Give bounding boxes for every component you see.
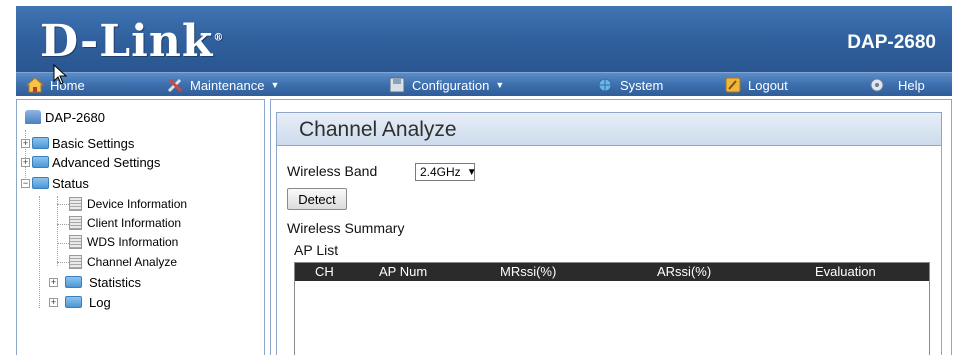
folder-icon bbox=[65, 276, 82, 288]
content-panel: Channel Analyze Wireless Band 2.4GHz ▼ D… bbox=[270, 99, 952, 355]
dlink-logo: D-Link® bbox=[40, 16, 225, 67]
ap-list-label: AP List bbox=[294, 242, 339, 258]
tree-item-label: Device Information bbox=[87, 197, 188, 211]
column-header-evaluation: Evaluation bbox=[815, 264, 876, 279]
menu-configuration[interactable]: Configuration ▼ bbox=[388, 73, 504, 97]
chevron-down-icon: ▼ bbox=[495, 80, 505, 90]
menu-bar: Home Maintenance ▼ Configuration ▼ Syste… bbox=[16, 72, 952, 96]
tree-item-device-information[interactable]: Device Information bbox=[69, 195, 187, 213]
home-icon bbox=[26, 77, 44, 93]
tree-item-log[interactable]: + Log bbox=[49, 293, 111, 311]
wireless-band-value: 2.4GHz bbox=[420, 165, 461, 179]
tree-guide-line bbox=[39, 196, 40, 308]
expand-icon[interactable]: + bbox=[21, 138, 30, 148]
menu-system[interactable]: System bbox=[596, 73, 663, 97]
document-icon bbox=[69, 197, 82, 211]
navigation-tree: DAP-2680 + Basic Settings + Advanced Set… bbox=[16, 99, 265, 355]
page-title: Channel Analyze bbox=[299, 118, 457, 141]
document-icon bbox=[69, 255, 82, 269]
tools-icon bbox=[167, 78, 183, 93]
menu-configuration-label: Configuration bbox=[412, 77, 490, 93]
tree-item-basic-settings[interactable]: + Basic Settings bbox=[21, 134, 134, 152]
column-header-arssi: ARssi(%) bbox=[657, 264, 712, 279]
model-name: DAP-2680 bbox=[847, 32, 936, 53]
menu-maintenance[interactable]: Maintenance ▼ bbox=[166, 73, 279, 97]
wireless-band-label: Wireless Band bbox=[287, 163, 378, 179]
tree-item-label: Channel Analyze bbox=[87, 255, 178, 269]
column-header-ap-num: AP Num bbox=[379, 264, 428, 279]
tree-item-client-information[interactable]: Client Information bbox=[69, 214, 181, 232]
tree-guide-line bbox=[57, 262, 69, 263]
tree-item-label: Statistics bbox=[89, 274, 142, 290]
wireless-band-select[interactable]: 2.4GHz ▼ bbox=[415, 163, 477, 181]
tree-item-wds-information[interactable]: WDS Information bbox=[69, 233, 178, 251]
tree-item-status[interactable]: − Status bbox=[21, 174, 89, 192]
tree-guide-line bbox=[57, 204, 69, 205]
logout-icon bbox=[725, 77, 741, 93]
expand-icon[interactable]: + bbox=[49, 297, 58, 307]
folder-icon bbox=[65, 296, 82, 308]
tree-item-label: Advanced Settings bbox=[52, 154, 161, 170]
access-point-icon bbox=[25, 110, 41, 124]
column-header-mrssi: MRssi(%) bbox=[500, 264, 557, 279]
chevron-down-icon: ▼ bbox=[466, 166, 477, 178]
help-icon bbox=[870, 78, 884, 92]
tree-item-root[interactable]: DAP-2680 bbox=[25, 108, 105, 126]
globe-icon bbox=[598, 78, 612, 92]
tree-item-advanced-settings[interactable]: + Advanced Settings bbox=[21, 153, 160, 171]
ap-list-table: CH AP Num MRssi(%) ARssi(%) Evaluation bbox=[294, 262, 930, 355]
tree-guide-line bbox=[57, 243, 69, 244]
tree-guide-line bbox=[57, 196, 58, 266]
floppy-icon bbox=[389, 77, 405, 93]
menu-logout-label: Logout bbox=[748, 77, 788, 93]
folder-icon bbox=[32, 156, 49, 168]
menu-system-label: System bbox=[620, 77, 664, 93]
column-header-ch: CH bbox=[315, 264, 334, 279]
tree-item-label: Basic Settings bbox=[52, 135, 135, 151]
document-icon bbox=[69, 216, 82, 230]
tree-item-statistics[interactable]: + Statistics bbox=[49, 273, 141, 291]
menu-maintenance-label: Maintenance bbox=[190, 77, 265, 93]
registered-mark: ® bbox=[213, 32, 225, 44]
open-folder-icon bbox=[32, 177, 49, 189]
section-title-bar: Channel Analyze bbox=[276, 112, 942, 146]
tree-item-label: WDS Information bbox=[87, 235, 179, 249]
table-header-row: CH AP Num MRssi(%) ARssi(%) Evaluation bbox=[295, 263, 929, 281]
chevron-down-icon: ▼ bbox=[270, 80, 280, 90]
channel-analyze-form: Wireless Band 2.4GHz ▼ Detect Wireless S… bbox=[276, 146, 942, 355]
detect-button[interactable]: Detect bbox=[287, 188, 347, 210]
tree-item-label: Status bbox=[52, 175, 89, 191]
mouse-cursor-icon bbox=[53, 64, 68, 85]
collapse-icon[interactable]: − bbox=[21, 178, 30, 188]
tree-item-channel-analyze[interactable]: Channel Analyze bbox=[69, 253, 177, 271]
document-icon bbox=[69, 235, 82, 249]
menu-help[interactable]: Help bbox=[868, 73, 925, 97]
menu-help-label: Help bbox=[898, 77, 925, 93]
wireless-summary-label: Wireless Summary bbox=[287, 220, 405, 236]
tree-guide-line bbox=[57, 224, 69, 225]
expand-icon[interactable]: + bbox=[21, 157, 30, 167]
tree-item-label: Log bbox=[89, 294, 111, 310]
expand-icon[interactable]: + bbox=[49, 277, 58, 287]
menu-logout[interactable]: Logout bbox=[724, 73, 788, 97]
tree-item-label: Client Information bbox=[87, 216, 182, 230]
folder-icon bbox=[32, 137, 49, 149]
header-banner: D-Link® DAP-2680 bbox=[16, 6, 952, 72]
tree-item-label: DAP-2680 bbox=[45, 109, 105, 125]
